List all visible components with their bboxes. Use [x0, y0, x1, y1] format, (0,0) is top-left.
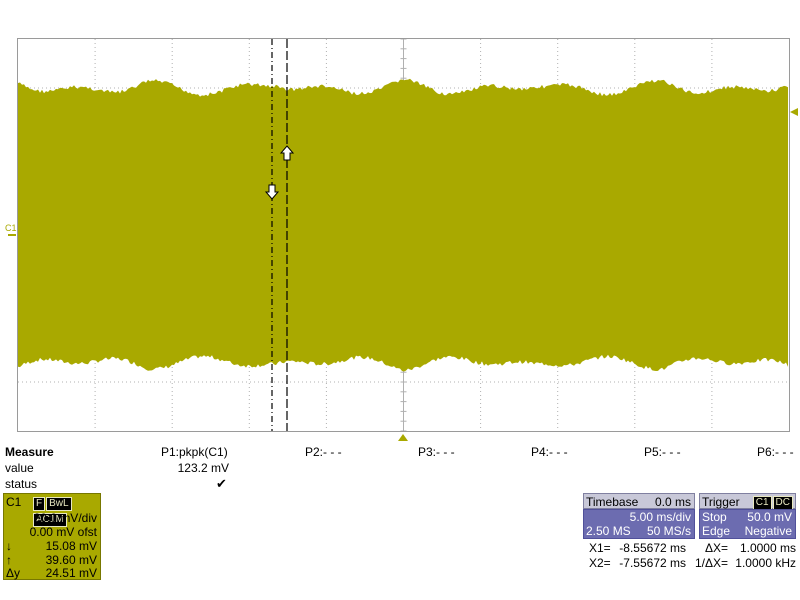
measure-title: Measure: [5, 445, 54, 459]
waveform-display[interactable]: [18, 39, 789, 431]
param-p5-label[interactable]: P5:- - -: [644, 445, 681, 459]
channel-offset: 0.00 mV ofst: [29, 525, 97, 539]
trigger-slope: Negative: [744, 524, 792, 538]
cursor-down-value: 15.08 mV: [45, 539, 97, 553]
timebase-samples: 2.50 MS: [586, 524, 631, 538]
measure-row-label-status: status: [5, 477, 38, 491]
delta-y-label: Δy: [6, 566, 21, 580]
timebase-delay: 0.0 ms: [654, 495, 691, 509]
trigger-level: 50.0 mV: [747, 510, 792, 524]
cursor-up-value: 39.60 mV: [45, 553, 97, 567]
cursor-dx-value: 1.0000 ms: [739, 541, 796, 555]
trigger-level-marker-icon[interactable]: [790, 107, 800, 117]
param-p2-label[interactable]: P2:- - -: [305, 445, 342, 459]
param-p3-label[interactable]: P3:- - -: [418, 445, 455, 459]
trigger-type: Edge: [702, 524, 731, 538]
param-p1-label[interactable]: P1:pkpk(C1): [161, 445, 228, 459]
cursor-inv-dx-value: 1.0000 kHz: [735, 556, 796, 570]
timebase-tdiv: 5.00 ms/div: [629, 510, 691, 524]
timebase-header[interactable]: Timebase 0.0 ms: [583, 493, 695, 509]
trigger-tag-source: C1: [752, 496, 772, 510]
param-p4-label[interactable]: P4:- - -: [531, 445, 568, 459]
channel-name: C1: [6, 495, 22, 509]
channel-tag-filter: F: [33, 497, 46, 511]
channel-c1-descriptor[interactable]: C1 F BwLAC1M 20.0 mV/div 0.00 mV ofst ↓ 1…: [3, 493, 101, 580]
cursor-x2-value: -7.55672 ms: [619, 556, 686, 570]
cursor-down-symbol: ↓: [6, 539, 12, 553]
channel-vdiv: 20.0 mV/div: [33, 511, 97, 525]
trigger-panel[interactable]: Stop 50.0 mV Edge Negative: [699, 509, 796, 539]
trigger-position-marker-icon[interactable]: [398, 434, 408, 442]
trigger-label: Trigger: [702, 495, 740, 509]
param-p6-label[interactable]: P6:- - -: [757, 445, 794, 459]
cursor-dx-label: ΔX=: [704, 541, 728, 555]
channel-ground-marker[interactable]: [8, 234, 16, 236]
timebase-rate: 50 MS/s: [646, 524, 691, 538]
timebase-panel[interactable]: 5.00 ms/div 2.50 MS 50 MS/s: [583, 509, 695, 539]
trigger-mode: Stop: [702, 510, 727, 524]
measure-row-label-value: value: [5, 461, 34, 475]
param-p1-status-check-icon: ✔: [216, 476, 227, 491]
delta-y-value: 24.51 mV: [45, 566, 97, 580]
cursor-x1-value: -8.55672 ms: [619, 541, 686, 555]
c1-waveform-trace: [18, 78, 788, 372]
cursor-inv-dx-label: 1/ΔX=: [694, 556, 728, 570]
trigger-tag-coupling: DC: [772, 496, 793, 510]
waveform-grid[interactable]: [17, 38, 790, 432]
channel-marker-label: C1: [5, 223, 17, 233]
channel-tag-bwl: BwL: [46, 497, 72, 511]
trigger-header[interactable]: Trigger C1 DC: [699, 493, 796, 510]
param-p1-value: 123.2 mV: [177, 461, 229, 475]
cursor-up-symbol: ↑: [6, 553, 12, 567]
timebase-label: Timebase: [586, 495, 639, 509]
